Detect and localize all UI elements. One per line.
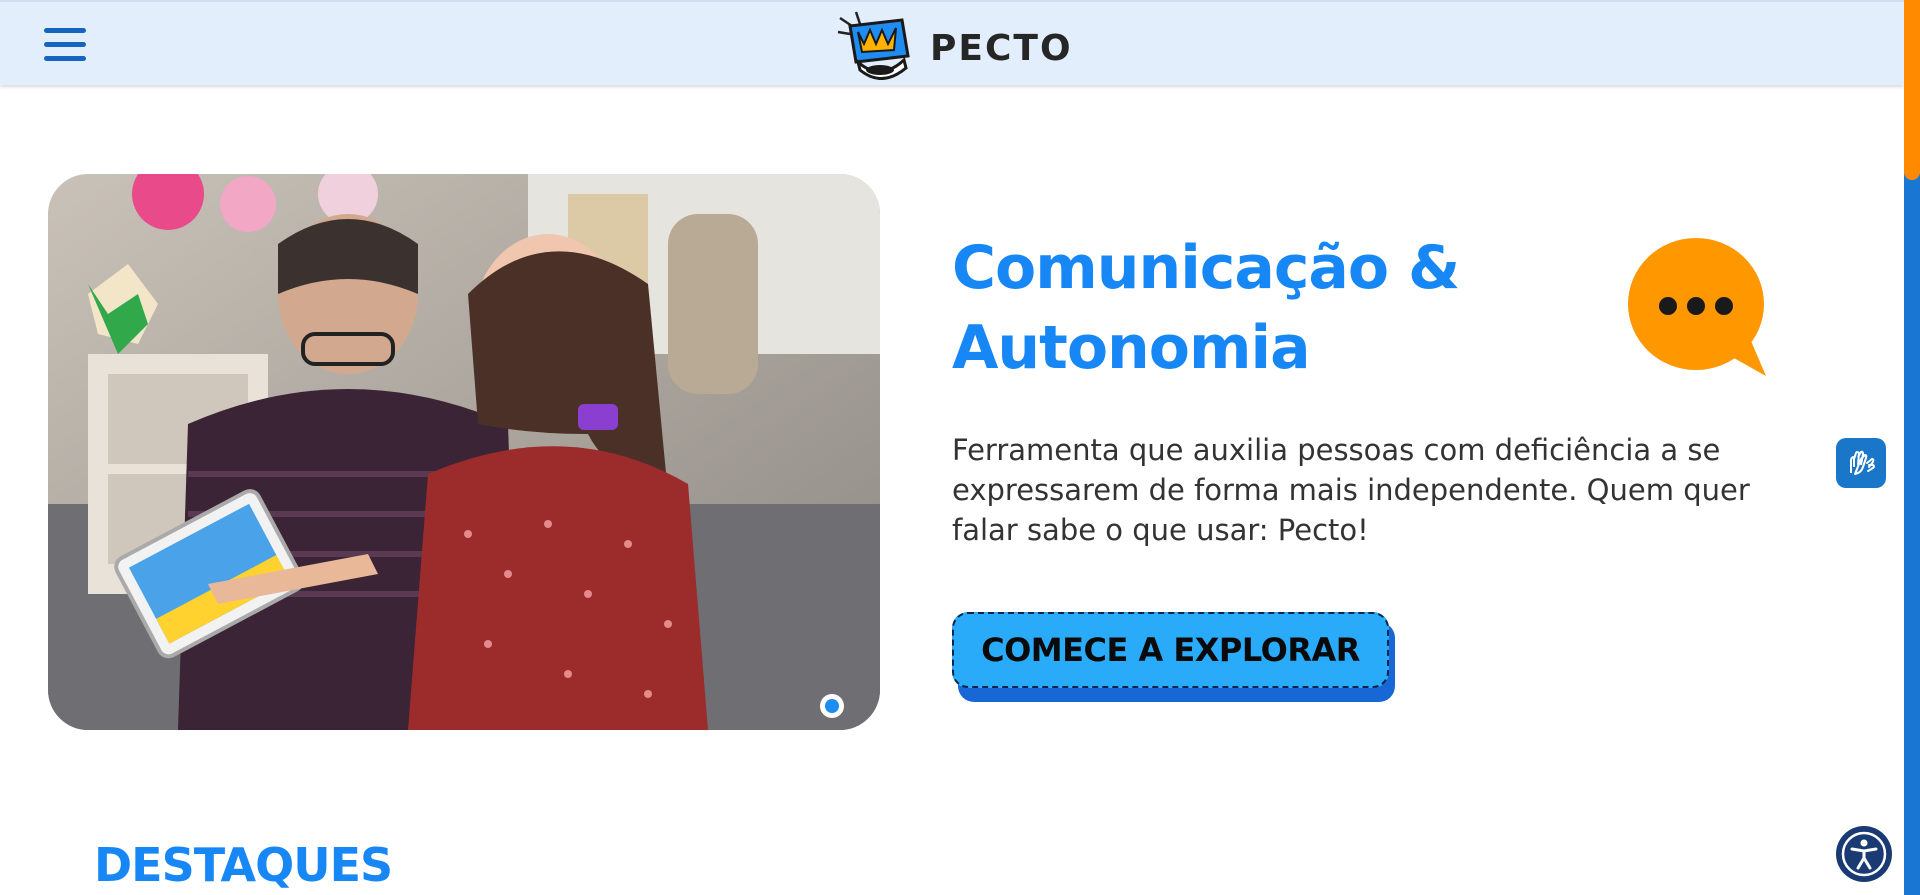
sign-language-hands-icon: [1850, 450, 1875, 475]
page-scrollbar[interactable]: [1904, 0, 1920, 895]
hero-description: Ferramenta que auxilia pessoas com defic…: [952, 433, 1750, 547]
site-header: PECTO: [0, 0, 1904, 85]
sign-language-widget-button[interactable]: [1836, 438, 1886, 488]
hamburger-menu-button[interactable]: [42, 22, 88, 68]
hero-title-line-2: Autonomia: [952, 313, 1311, 383]
hero-title-line-1: Comunicação &: [952, 233, 1460, 303]
start-exploring-button[interactable]: COMECE A EXPLORAR: [952, 612, 1389, 688]
menu-line: [44, 28, 86, 33]
hero-photo-illustration: [48, 174, 880, 730]
scrollbar-thumb[interactable]: [1904, 0, 1920, 180]
pecto-mascot-icon: [837, 11, 910, 80]
pecto-logo[interactable]: PECTO: [836, 10, 1073, 80]
speech-bubble-icon: [1628, 238, 1768, 384]
highlights-section-title: DESTAQUES: [94, 838, 393, 892]
hero-title: Comunicação & Autonomia: [952, 228, 1512, 388]
brand-name: PECTO: [930, 27, 1073, 69]
hero-image: [48, 174, 880, 730]
accessibility-button[interactable]: [1836, 826, 1892, 882]
menu-line: [44, 42, 86, 47]
accessibility-icon: [1841, 831, 1887, 877]
menu-line: [44, 56, 86, 61]
